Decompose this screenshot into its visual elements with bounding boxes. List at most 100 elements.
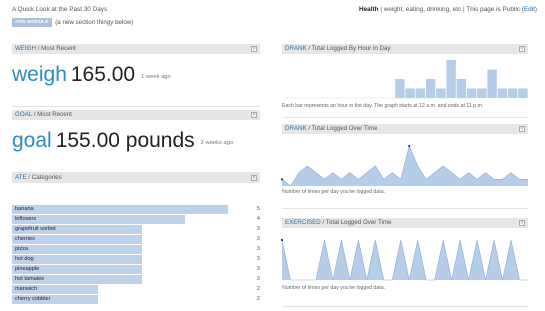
add-module-note: (a new section thingy below) — [55, 19, 134, 26]
ate-category-label: hot tamales — [15, 276, 44, 282]
close-icon[interactable]: × — [519, 126, 525, 132]
drank-time-widget-header: DRANK / Total Logged Over Time × — [282, 124, 528, 134]
goal-module-link[interactable]: GOAL — [15, 111, 32, 118]
close-icon[interactable]: × — [251, 112, 257, 118]
ate-widget-header: ATE / Categories × — [12, 173, 260, 183]
section-description: | weight, eating, drinking, etc | This p… — [378, 6, 503, 13]
ate-category-count: 2 — [256, 296, 260, 302]
ate-category-row: pineapple 3 — [12, 265, 260, 274]
hour-bar-17 — [456, 79, 467, 98]
hour-bar-22 — [507, 88, 518, 98]
ate-category-label: pineapple — [15, 266, 40, 272]
hour-bar-15 — [436, 88, 446, 98]
top-bar: A Quick Look at the Past 30 Days Health … — [12, 4, 537, 16]
goal-widget: GOAL / Most Recent × goal 155.00 pounds 2 … — [12, 110, 260, 173]
hour-bar-21 — [497, 88, 508, 98]
ate-category-bar — [12, 245, 142, 254]
drank-time-point-1 — [280, 178, 284, 181]
weigh-latest-value: weigh 165.00 1 week ago — [12, 63, 171, 86]
edit-link[interactable]: Edit — [524, 6, 535, 13]
ate-category-row: grapefruit sorbet 3 — [12, 225, 260, 234]
date-range-title: A Quick Look at the Past 30 Days — [12, 6, 108, 13]
hour-bar-12 — [405, 88, 415, 98]
drank-time-point-16 — [408, 144, 411, 148]
drank-hour-widget-header: DRANK / Total Logged By Hour in Day × — [282, 44, 528, 54]
hour-bar-14 — [425, 79, 436, 98]
ate-category-label: hot dog — [15, 256, 34, 262]
ate-category-bar — [12, 215, 185, 224]
ate-category-row: leftovers 4 — [12, 215, 260, 224]
drank-module-link[interactable]: DRANK — [285, 45, 307, 52]
hour-bar-13 — [415, 88, 426, 98]
hour-bar-19 — [477, 88, 487, 98]
ate-category-count: 3 — [256, 246, 260, 252]
ate-category-row: hot dog 3 — [12, 255, 260, 264]
exercised-note: Number of times per day you've logged da… — [282, 285, 386, 291]
drank-time-area — [282, 146, 528, 186]
drank-time-note: Number of times per day you've logged da… — [282, 189, 386, 195]
ate-module-link[interactable]: ATE — [15, 174, 27, 181]
exercised-module-link[interactable]: EXERCISED — [285, 219, 321, 226]
section-name: Health — [359, 6, 379, 13]
drank-time-area-chart — [280, 144, 528, 187]
drank-time-widget: DRANK / Total Logged Over Time × Number … — [280, 124, 528, 212]
close-icon[interactable]: × — [519, 220, 525, 226]
hour-bar-16 — [446, 60, 456, 98]
ate-category-count: 3 — [256, 276, 260, 282]
ate-category-count: 2 — [256, 286, 260, 292]
goal-time-ago: 2 weeks ago — [200, 140, 234, 146]
ate-category-label: banana — [15, 206, 34, 212]
goal-widget-body: goal 155.00 pounds 2 weeks ago — [12, 120, 260, 173]
hour-bar-18 — [466, 88, 477, 98]
ate-category-label: manwich — [15, 286, 38, 292]
drank-hour-widget: DRANK / Total Logged By Hour in Day × Ea… — [282, 44, 528, 120]
ate-category-label: grapefruit sorbet — [15, 226, 56, 232]
weigh-widget: WEIGH / Most Recent × weigh 165.00 1 week … — [12, 44, 260, 107]
section-info: Health | weight, eating, drinking, etc |… — [359, 6, 537, 13]
ate-category-row: pizza 3 — [12, 245, 260, 254]
ate-category-count: 3 — [256, 236, 260, 242]
goal-widget-header: GOAL / Most Recent × — [12, 110, 260, 120]
weigh-widget-body: weigh 165.00 1 week ago — [12, 54, 260, 107]
goal-latest-value: goal 155.00 pounds 2 weeks ago — [12, 129, 234, 152]
ate-category-count: 3 — [256, 266, 260, 272]
close-icon[interactable]: × — [251, 175, 257, 181]
divider — [282, 306, 528, 307]
ate-category-count: 3 — [256, 256, 260, 262]
ate-category-row: hot tamales 3 — [12, 275, 260, 284]
ate-category-row: cherry cobbler 2 — [12, 295, 260, 304]
exercised-time-area-chart — [280, 238, 528, 281]
hour-bar-23 — [518, 88, 528, 98]
divider — [12, 106, 260, 107]
visibility-status: Public — [502, 6, 520, 13]
exercised-widget-header: EXERCISED / Total Logged Over Time × — [282, 218, 528, 228]
exercised-widget: EXERCISED / Total Logged Over Time × Num… — [280, 218, 528, 310]
drank-hour-note: Each bar represents an hour in the day. … — [282, 103, 484, 109]
add-module-button[interactable]: ADD MODULE — [12, 18, 52, 27]
ate-category-bar — [12, 205, 228, 214]
ate-category-row: banana 5 — [12, 205, 260, 214]
close-icon[interactable]: × — [251, 46, 257, 52]
drank-hour-bar-chart — [282, 60, 528, 99]
ate-category-label: cherry cobbler — [15, 296, 51, 302]
divider — [282, 208, 528, 209]
weigh-widget-header: WEIGH / Most Recent × — [12, 44, 260, 54]
ate-category-count: 5 — [256, 206, 260, 212]
weigh-module-link[interactable]: WEIGH — [15, 45, 36, 52]
drank-module-link[interactable]: DRANK — [285, 125, 307, 132]
add-module-row: ADD MODULE (a new section thingy below) — [12, 18, 133, 29]
ate-category-list: banana 5 leftovers 4 grapefruit sorbet 3 cherr… — [12, 183, 260, 311]
exercised-time-point-1 — [280, 238, 284, 242]
close-icon[interactable]: × — [519, 46, 525, 52]
divider — [282, 117, 528, 118]
weigh-time-ago: 1 week ago — [141, 74, 171, 80]
hour-bar-11 — [395, 79, 405, 98]
ate-category-count: 3 — [256, 226, 260, 232]
ate-widget: ATE / Categories × banana 5 leftovers 4 grap… — [12, 173, 260, 311]
hour-bar-20 — [487, 69, 497, 98]
ate-category-count: 4 — [256, 216, 260, 222]
ate-category-label: leftovers — [15, 216, 37, 222]
ate-category-row: manwich 2 — [12, 285, 260, 294]
ate-category-label: cherries — [15, 236, 35, 242]
ate-category-row: cherries 3 — [12, 235, 260, 244]
